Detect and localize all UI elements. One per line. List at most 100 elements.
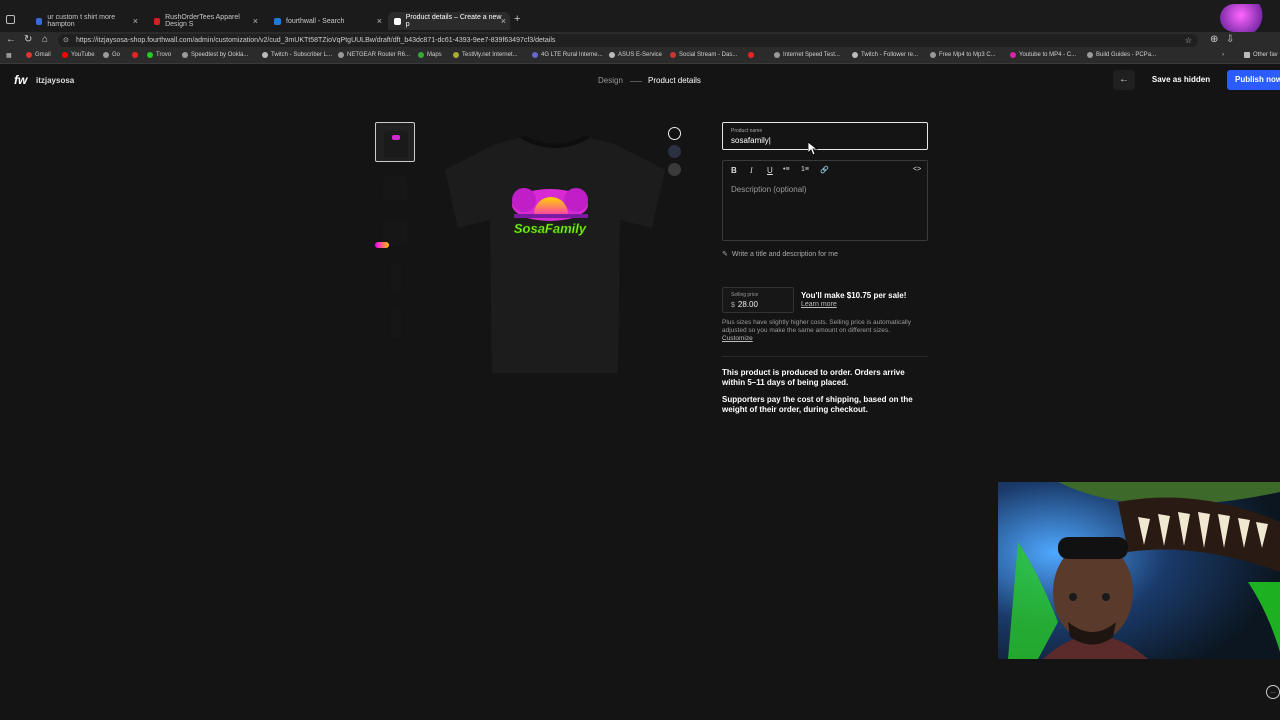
bold-icon[interactable]: B bbox=[731, 166, 737, 175]
bookmark-other-fav[interactable]: Other fav bbox=[1244, 52, 1278, 58]
currency-symbol: $ bbox=[731, 302, 735, 309]
numbered-list-icon[interactable]: 1≡ bbox=[801, 166, 809, 173]
product-thumbnail-side[interactable] bbox=[375, 257, 415, 297]
apps-icon[interactable]: ▦ bbox=[6, 52, 12, 59]
product-thumbnail-closeup[interactable] bbox=[375, 212, 415, 252]
bookmark-youtube[interactable]: YouTube bbox=[62, 52, 95, 58]
ai-write-link[interactable]: ✎ Write a title and description for me bbox=[722, 250, 838, 259]
url-text: https://itzjaysosa-shop.fourthwall.com/a… bbox=[76, 37, 556, 44]
shipping-info: Supporters pay the cost of shipping, bas… bbox=[722, 395, 913, 414]
description-placeholder[interactable]: Description (optional) bbox=[731, 185, 807, 194]
product-name-label: Product name bbox=[731, 128, 763, 134]
tab-4-active[interactable]: Product details – Create a new p × bbox=[388, 12, 510, 30]
earnings-text: You'll make $10.75 per sale! bbox=[801, 291, 907, 300]
browser-tab-strip: ur custom t shirt more hampton × RushOrde… bbox=[0, 0, 1280, 32]
bookmark-4g[interactable]: 4G LTE Rural Interne... bbox=[532, 52, 603, 58]
back-arrow-icon[interactable]: ← bbox=[6, 34, 16, 45]
bookmark-label: Youtube to MP4 - C... bbox=[1019, 52, 1077, 58]
gmail-icon bbox=[26, 52, 32, 58]
bookmark-gmail[interactable]: Gmail bbox=[26, 52, 51, 58]
globe-icon bbox=[103, 52, 109, 58]
step-divider bbox=[630, 81, 642, 82]
italic-icon[interactable]: I bbox=[750, 166, 753, 175]
speedtest-icon bbox=[182, 52, 188, 58]
link-icon[interactable]: 🔗 bbox=[820, 166, 829, 174]
bookmark-yt-mp4[interactable]: Youtube to MP4 - C... bbox=[1010, 52, 1076, 58]
reload-icon[interactable]: ↻ bbox=[24, 34, 32, 45]
product-preview[interactable]: SosaFamily bbox=[440, 130, 670, 375]
sparkle-icon: ✎ bbox=[722, 251, 728, 258]
bookmark-asus[interactable]: ASUS E-Service bbox=[609, 52, 662, 58]
favicon-icon bbox=[453, 52, 459, 58]
close-icon[interactable]: × bbox=[377, 16, 382, 26]
bookmark-social-stream[interactable]: Social Stream - Das... bbox=[670, 52, 737, 58]
publish-now-button[interactable]: Publish now bbox=[1227, 70, 1280, 90]
customize-link[interactable]: Customize bbox=[722, 335, 753, 342]
new-tab-button[interactable]: + bbox=[514, 13, 520, 25]
bookmark-testmy[interactable]: TestMy.net Internet... bbox=[453, 52, 518, 58]
back-button[interactable]: ← bbox=[1113, 70, 1135, 90]
bookmark-maps[interactable]: Maps bbox=[418, 52, 442, 58]
bookmark-speedtest[interactable]: Speedtest by Ookla... bbox=[182, 52, 248, 58]
tab-actions-icon[interactable] bbox=[6, 15, 15, 24]
favicon-icon bbox=[132, 52, 138, 58]
bookmark-netgear[interactable]: NETGEAR Router R6... bbox=[338, 52, 410, 58]
star-icon[interactable]: ☆ bbox=[1185, 34, 1192, 47]
underline-icon[interactable]: U bbox=[767, 166, 773, 175]
product-thumbnail-side2[interactable] bbox=[375, 302, 415, 342]
product-thumbnail-back[interactable] bbox=[375, 167, 415, 207]
color-swatch-charcoal[interactable] bbox=[668, 163, 681, 176]
mini-shirt-image bbox=[391, 308, 401, 338]
description-editor[interactable]: B I U •≡ 1≡ 🔗 <> Description (optional) bbox=[722, 160, 928, 241]
bookmark-mp4-mp3[interactable]: Free Mp4 to Mp3 C... bbox=[930, 52, 996, 58]
save-as-hidden-button[interactable]: Save as hidden bbox=[1145, 70, 1217, 90]
step-product-details[interactable]: Product details bbox=[648, 76, 701, 85]
tab-1[interactable]: ur custom t shirt more hampton × bbox=[30, 12, 142, 30]
bookmark-twitch-follower[interactable]: Twitch - Follower re... bbox=[852, 52, 918, 58]
bookmark-red2[interactable] bbox=[748, 52, 757, 58]
product-name-input[interactable]: sosafamily| bbox=[731, 136, 771, 145]
bookmark-pcpartpicker[interactable]: Build Guides - PCPa... bbox=[1087, 52, 1156, 58]
bookmark-label: Free Mp4 to Mp3 C... bbox=[939, 52, 996, 58]
step-design[interactable]: Design bbox=[598, 76, 623, 85]
fourthwall-logo[interactable]: fw bbox=[14, 73, 27, 87]
production-info: This product is produced to order. Order… bbox=[722, 368, 905, 387]
selling-price-input[interactable]: $28.00 bbox=[731, 300, 758, 309]
address-bar[interactable]: ⊙ https://itzjaysosa-shop.fourthwall.com… bbox=[58, 34, 1198, 47]
site-info-icon[interactable]: ⊙ bbox=[63, 34, 69, 47]
bookmarks-overflow-icon[interactable]: › bbox=[1222, 52, 1224, 58]
bookmark-internet-speed[interactable]: Internet Speed Test... bbox=[774, 52, 840, 58]
downloads-icon[interactable]: ⇩ bbox=[1226, 34, 1234, 45]
tab-favicon-icon bbox=[394, 17, 401, 25]
color-swatch-navy[interactable] bbox=[668, 145, 681, 158]
bookmark-label: Trovo bbox=[156, 52, 172, 58]
tab-title: RushOrderTees Apparel Design S bbox=[165, 14, 240, 28]
shop-name[interactable]: itzjaysosa bbox=[36, 76, 74, 85]
bullet-list-icon[interactable]: •≡ bbox=[783, 166, 790, 173]
bookmark-red[interactable] bbox=[132, 52, 141, 58]
bookmark-twitch-sub[interactable]: Twitch - Subscriber L... bbox=[262, 52, 332, 58]
selling-price-field[interactable]: Selling price $28.00 bbox=[722, 287, 794, 313]
home-icon[interactable]: ⌂ bbox=[42, 34, 48, 45]
code-view-icon[interactable]: <> bbox=[913, 166, 921, 173]
extensions-icon[interactable]: ⊕ bbox=[1210, 34, 1218, 45]
close-icon[interactable]: × bbox=[501, 16, 506, 26]
trovo-icon bbox=[147, 52, 153, 58]
bookmark-label: Speedtest by Ookla... bbox=[191, 52, 249, 58]
chat-icon[interactable]: … bbox=[1266, 685, 1280, 699]
bookmark-go[interactable]: Go bbox=[103, 52, 120, 58]
favicon-icon bbox=[1087, 52, 1093, 58]
close-icon[interactable]: × bbox=[253, 16, 258, 26]
webcam-image bbox=[998, 482, 1280, 659]
color-swatch-black[interactable] bbox=[668, 127, 681, 140]
bookmark-trovo[interactable]: Trovo bbox=[147, 52, 171, 58]
close-icon[interactable]: × bbox=[133, 16, 138, 26]
favicon-icon bbox=[532, 52, 538, 58]
product-name-field[interactable]: Product name sosafamily| bbox=[722, 122, 928, 150]
profile-avatar[interactable] bbox=[1220, 4, 1272, 32]
bookmarks-bar: ▦ Gmail YouTube Go Trovo Speedtest by Oo… bbox=[0, 49, 1280, 64]
product-thumbnail-front[interactable] bbox=[375, 122, 415, 162]
learn-more-link[interactable]: Learn more bbox=[801, 301, 837, 308]
tab-2[interactable]: RushOrderTees Apparel Design S × bbox=[148, 12, 262, 30]
tab-3[interactable]: fourthwall - Search × bbox=[268, 12, 386, 30]
